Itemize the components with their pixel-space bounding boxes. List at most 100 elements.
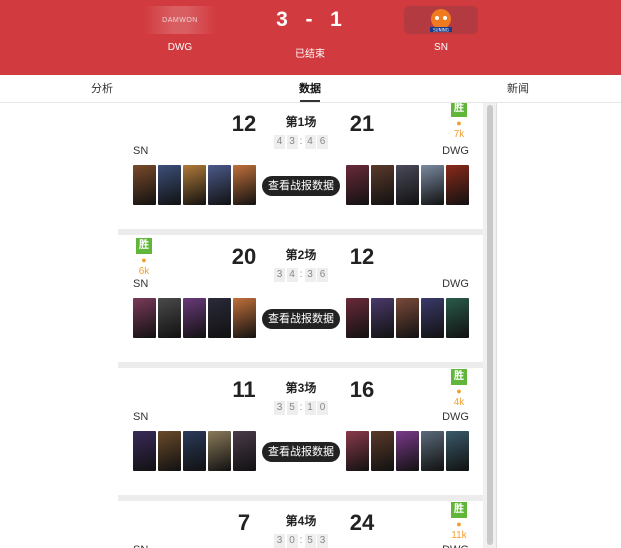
gold-diff: 7k [453,129,465,140]
hero-portrait[interactable] [183,298,206,338]
hero-portrait[interactable] [446,298,469,338]
game-card: 20 第2场 12 3 4:3 6 SN DWG 查看战报数据胜 ● 6k [118,236,483,360]
gold-coin-icon: ● [141,255,147,265]
game-separator [118,229,483,235]
game-separator [118,362,483,368]
heroes-right [346,165,469,205]
duration-digit: 6 [317,135,328,149]
hero-portrait[interactable] [446,431,469,471]
duration-digit: 4 [274,135,285,149]
hero-portrait[interactable] [233,298,256,338]
game-separator [118,495,483,501]
hero-portrait[interactable] [233,165,256,205]
sn-logo: SUNING [404,6,478,34]
view-report-button[interactable]: 查看战报数据 [262,442,340,462]
team-name-right: SN [434,42,448,53]
tab-news[interactable]: 新闻 [488,75,548,103]
hero-portrait[interactable] [396,165,419,205]
hero-portrait[interactable] [346,431,369,471]
hero-portrait[interactable] [208,165,231,205]
sn-logo-text: SUNING [433,27,449,32]
duration-digit: 3 [317,534,328,548]
duration-digit: 3 [274,401,285,415]
tab-analysis[interactable]: 分析 [72,75,132,103]
gold-diff: 6k [138,266,150,277]
right-panel [496,103,621,548]
duration-colon: : [299,269,303,280]
duration-digit: 3 [274,534,285,548]
match-status: 已结束 [295,49,325,60]
hero-portrait[interactable] [446,165,469,205]
game-title: 第2场 [285,248,317,262]
team-right-label: DWG [442,278,469,290]
hero-portrait[interactable] [421,431,444,471]
hero-portrait[interactable] [133,298,156,338]
winner-badge: 胜 ● 6k [133,238,155,277]
hero-portrait[interactable] [183,431,206,471]
gold-coin-icon: ● [456,118,462,128]
hero-portrait[interactable] [396,298,419,338]
hero-portrait[interactable] [421,165,444,205]
view-report-button[interactable]: 查看战报数据 [262,176,340,196]
match-header: DAMWON DWG 3 - 1 已结束 SUNING SN [0,0,621,75]
team-sn[interactable]: SUNING SN [404,6,478,53]
win-flag: 胜 [136,238,152,254]
team-right-label: DWG [442,411,469,423]
hero-portrait[interactable] [371,165,394,205]
dwg-logo: DAMWON [143,6,217,34]
tiger-icon: SUNING [430,9,452,32]
dwg-logo-text: DAMWON [162,16,198,24]
team-left-label: SN [133,544,148,548]
winner-badge: 胜 ● 7k [448,103,470,140]
hero-portrait[interactable] [396,431,419,471]
game-card: 7第4场2430:53SNDWG胜●11k [118,502,483,548]
hero-portrait[interactable] [346,298,369,338]
win-flag: 胜 [451,103,467,117]
gold-coin-icon: ● [456,386,462,396]
duration-digit: 1 [304,401,316,415]
kills-left: 7 [237,510,251,535]
game-duration: 43:46 [274,135,328,149]
team-left-label: SN [133,411,149,423]
hero-portrait[interactable] [208,431,231,471]
hero-portrait[interactable] [158,431,181,471]
duration-colon: : [299,402,303,413]
win-flag: 胜 [451,369,467,385]
team-left-label: SN [133,278,149,290]
hero-portrait[interactable] [421,298,444,338]
hero-portrait[interactable] [183,165,206,205]
winner-badge: 胜 ● 11k [448,502,470,541]
game-title: 第3场 [285,381,317,395]
duration-colon: : [299,136,303,147]
win-flag: 胜 [451,502,467,518]
hero-portrait[interactable] [233,431,256,471]
hero-portrait[interactable] [158,165,181,205]
hero-portrait[interactable] [133,165,156,205]
heroes-right [346,298,469,338]
team-dwg[interactable]: DAMWON DWG [143,6,217,53]
hero-portrait[interactable] [158,298,181,338]
kills-right: 21 [349,111,375,136]
gold-diff: 4k [453,397,465,408]
view-report-button[interactable]: 查看战报数据 [262,309,340,329]
hero-portrait[interactable] [346,165,369,205]
heroes-right [346,431,469,471]
hero-portrait[interactable] [371,431,394,471]
hero-portrait[interactable] [371,298,394,338]
game-card: 11 第3场 16 3 5:1 0 SN DWG 查看战报数据 胜 ● 4k [118,369,483,493]
hero-portrait[interactable] [133,431,156,471]
gold-diff: 11k [451,530,467,541]
duration-digit: 4 [304,135,316,149]
duration-digit: 4 [286,268,298,282]
kills-left: 20 [231,244,257,269]
duration-digit: 3 [274,268,285,282]
scrollbar-thumb[interactable] [487,105,493,545]
tab-data[interactable]: 数据 [280,75,340,103]
hero-portrait[interactable] [208,298,231,338]
kills-right: 12 [349,244,375,269]
team-left-label: SN [133,145,149,157]
kills-right: 16 [349,377,375,402]
tab-bar: 分析 数据 新闻 [0,75,621,103]
duration-digit: 0 [286,534,298,548]
team-name-left: DWG [167,42,193,53]
